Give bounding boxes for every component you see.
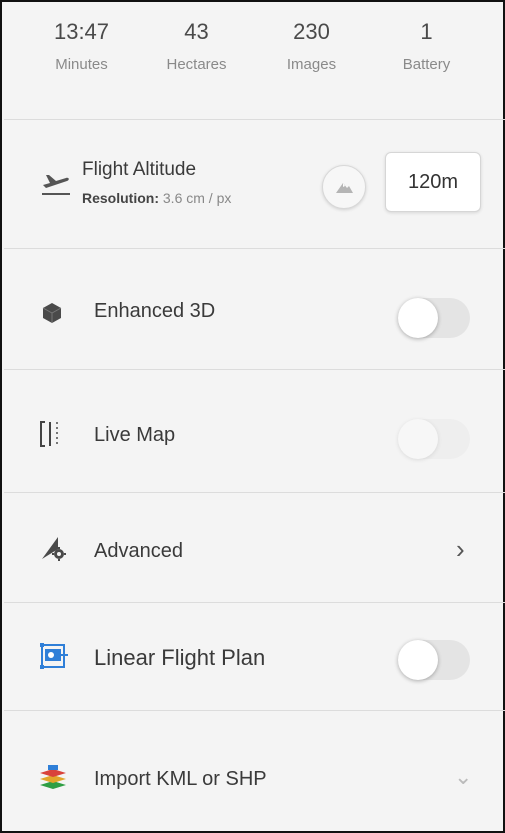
divider <box>4 369 505 370</box>
terrain-icon <box>336 183 353 193</box>
advanced-settings-icon <box>42 537 66 561</box>
chevron-right-icon: › <box>456 534 465 564</box>
cube-icon <box>42 303 62 323</box>
live-map-toggle[interactable] <box>398 419 470 459</box>
advanced-label: Advanced <box>94 540 183 562</box>
stat-images-label: Images <box>286 56 337 73</box>
stat-minutes: 13:47 Minutes <box>24 16 139 108</box>
layers-import-icon <box>40 765 66 789</box>
altitude-input[interactable]: 120m <box>385 152 481 212</box>
stat-hectares-label: Hectares <box>166 56 227 73</box>
chevron-down-icon: ⌄ <box>454 764 473 789</box>
divider <box>4 710 505 711</box>
toggle-knob <box>398 640 438 680</box>
resolution-value: 3.6 cm / px <box>162 190 232 206</box>
linear-flight-plan-label: Linear Flight Plan <box>94 645 266 670</box>
stat-hectares: 43 Hectares <box>139 16 254 108</box>
stat-hectares-value: 43 <box>184 19 209 44</box>
divider <box>4 248 505 249</box>
takeoff-icon <box>42 175 70 195</box>
stat-images: 230 Images <box>254 16 369 108</box>
resolution-label: Resolution: <box>82 190 159 206</box>
stat-minutes-value: 13:47 <box>53 19 110 44</box>
flight-stats: 13:47 Minutes 43 Hectares 230 Images 1 B… <box>24 16 484 108</box>
flight-altitude-title: Flight Altitude <box>82 159 197 180</box>
flight-settings-panel: 13:47 Minutes 43 Hectares 230 Images 1 B… <box>0 0 505 833</box>
divider <box>4 492 505 493</box>
terrain-follow-button[interactable] <box>322 165 366 209</box>
toggle-knob <box>398 419 438 459</box>
toggle-knob <box>398 298 438 338</box>
linear-flight-plan-toggle[interactable] <box>398 640 470 680</box>
stat-battery: 1 Battery <box>369 16 484 108</box>
stat-battery-label: Battery <box>402 56 451 73</box>
stat-images-value: 230 <box>293 19 330 44</box>
linear-plan-icon <box>40 643 68 669</box>
resolution-text: Resolution: 3.6 cm / px <box>82 190 231 206</box>
import-label: Import KML or SHP <box>94 768 267 790</box>
divider <box>4 602 505 603</box>
stat-minutes-label: Minutes <box>55 56 108 73</box>
live-map-label: Live Map <box>94 424 176 446</box>
stat-battery-value: 1 <box>420 19 433 44</box>
enhanced-3d-toggle[interactable] <box>398 298 470 338</box>
enhanced-3d-label: Enhanced 3D <box>94 300 216 322</box>
live-map-icon <box>40 421 58 447</box>
divider <box>4 119 505 120</box>
